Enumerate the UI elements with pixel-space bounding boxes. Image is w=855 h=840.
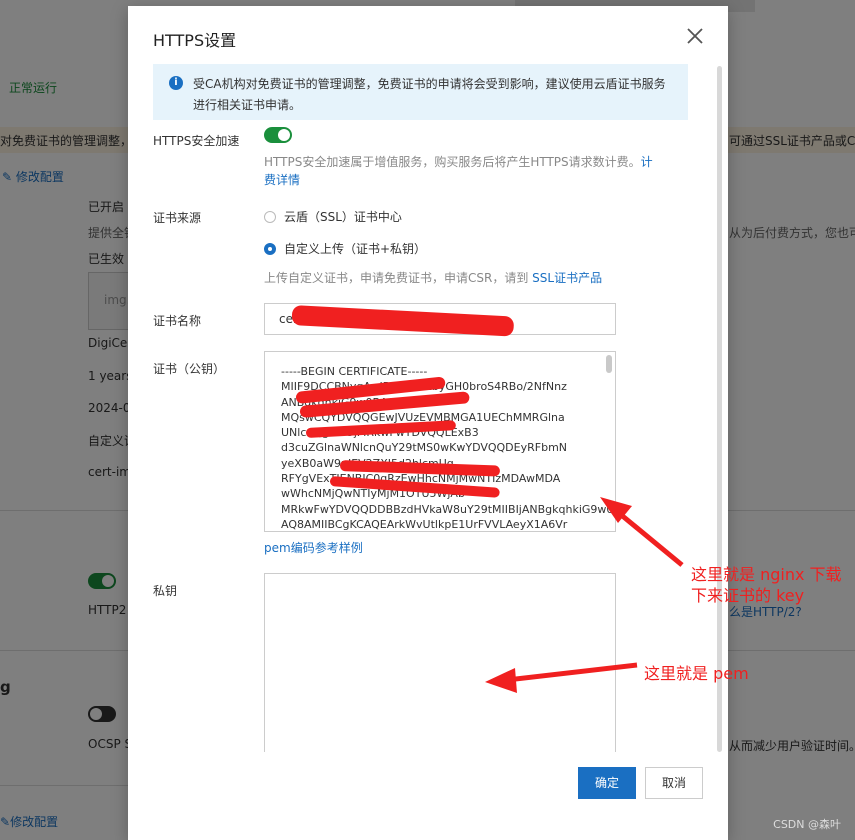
cert-line: -----BEGIN CERTIFICATE----- <box>281 365 428 378</box>
dialog-footer: 确定 取消 <box>128 752 728 840</box>
cert-line: AQ8AMIIBCgKCAQEArkWvUtlkpE1UrFVVLAeyX1A6… <box>281 517 568 531</box>
cert-source-label: 证书来源 <box>153 211 202 225</box>
notice-text: 受CA机构对免费证书的管理调整，免费证书的申请将会受到影响，建议使用云盾证书服务… <box>193 77 666 112</box>
radio-checked-icon <box>264 243 276 255</box>
info-icon: i <box>169 76 183 90</box>
watermark: CSDN @森叶 <box>773 818 841 831</box>
cert-source-help: 上传自定义证书，申请免费证书，申请CSR，请到 SSL证书产品 <box>264 269 602 287</box>
radio-cloud-shield[interactable]: 云盾（SSL）证书中心 <box>264 208 402 225</box>
ssl-product-link[interactable]: SSL证书产品 <box>532 271 602 285</box>
radio-cloud-shield-label: 云盾（SSL）证书中心 <box>284 210 402 224</box>
cert-name-label: 证书名称 <box>153 314 202 328</box>
https-accel-help-text: HTTPS安全加速属于增值服务，购买服务后将产生HTTPS请求数计费。 <box>264 155 641 169</box>
dialog-title: HTTPS设置 <box>153 31 237 50</box>
notice-banner: i 受CA机构对免费证书的管理调整，免费证书的申请将会受到影响，建议使用云盾证书… <box>153 64 688 120</box>
cert-line: d3cuZGlnaWNlcnQuY29tMS0wKwYDVQQDEyRFbmN <box>281 441 568 455</box>
cancel-button[interactable]: 取消 <box>645 767 703 799</box>
dialog-scrollbar[interactable] <box>717 66 722 752</box>
close-icon <box>687 28 703 44</box>
annotation-key-line2: 下来证书的 key <box>691 586 805 605</box>
https-accel-help: HTTPS安全加速属于增值服务，购买服务后将产生HTTPS请求数计费。计费详情 <box>264 153 664 189</box>
cert-line: MRkwFwYDVQQDDBBzdHVkaW8uY29tMIIBIjANBgkq… <box>281 502 615 516</box>
pem-sample-link[interactable]: pem编码参考样例 <box>264 539 363 556</box>
confirm-button[interactable]: 确定 <box>578 767 636 799</box>
private-key-textarea[interactable] <box>264 573 616 763</box>
radio-custom-upload-label: 自定义上传（证书+私钥） <box>284 242 427 256</box>
radio-unchecked-icon <box>264 211 276 223</box>
cert-textarea-scrollbar[interactable] <box>606 355 612 373</box>
radio-custom-upload[interactable]: 自定义上传（证书+私钥） <box>264 240 426 257</box>
annotation-pem: 这里就是 pem <box>644 664 749 683</box>
https-accel-label: HTTPS安全加速 <box>153 134 240 148</box>
cert-source-help-text: 上传自定义证书，申请免费证书，申请CSR，请到 <box>264 271 529 285</box>
annotation-key-line1: 这里就是 nginx 下载 <box>691 565 842 584</box>
close-button[interactable] <box>685 26 705 46</box>
cert-public-label: 证书（公钥） <box>153 362 226 376</box>
https-accel-toggle[interactable] <box>264 127 292 143</box>
private-key-label: 私钥 <box>153 584 178 598</box>
